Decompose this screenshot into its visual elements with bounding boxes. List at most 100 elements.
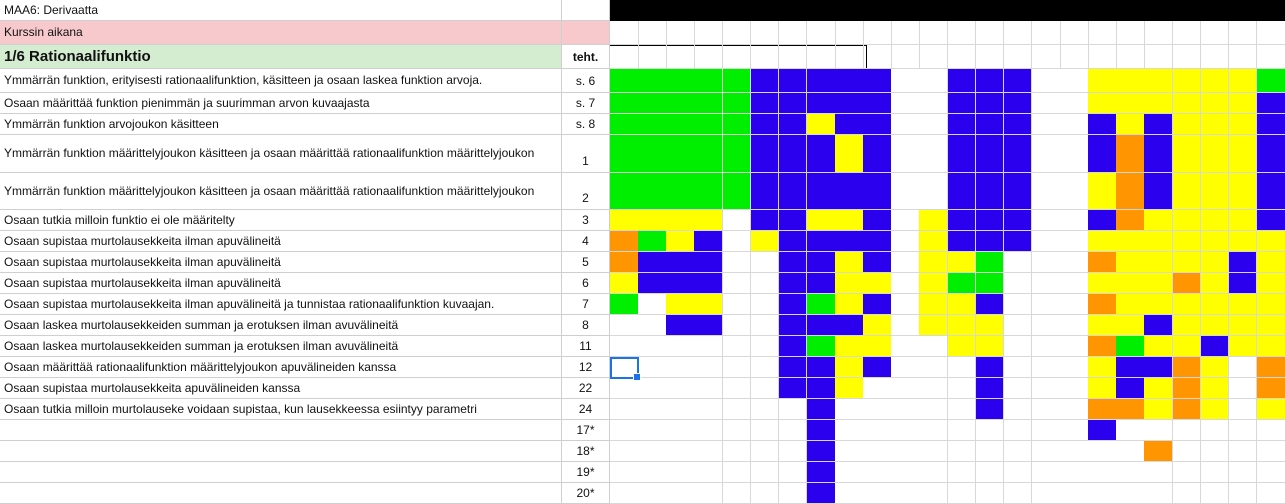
grid-cell[interactable] [610,315,639,336]
grid-cell[interactable] [975,357,1005,378]
grid-cell[interactable] [891,114,920,135]
task-number-cell[interactable]: 5 [562,252,610,273]
grid-cell[interactable] [722,21,752,45]
grid-cell[interactable] [1256,336,1285,357]
grid-cell[interactable] [947,357,977,378]
grid-cell[interactable] [1031,399,1061,420]
grid-cell[interactable] [1200,294,1230,315]
grid-cell[interactable] [666,210,695,231]
grid-cell[interactable] [610,483,639,504]
grid-cell[interactable] [919,441,948,462]
grid-cell[interactable] [1060,294,1089,315]
grid-cell[interactable] [1172,483,1202,504]
grid-cell[interactable] [806,441,836,462]
grid-cell[interactable] [863,114,892,135]
grid-cell[interactable] [975,210,1005,231]
grid-cell[interactable] [1256,462,1285,483]
objective-cell[interactable]: Osaan supistaa murtolausekkeita ilman ap… [0,273,562,294]
grid-cell[interactable] [1172,173,1202,210]
grid-cell[interactable] [863,336,892,357]
objective-cell[interactable]: Ymmärrän funktion, erityisesti rationaal… [0,69,562,93]
grid-cell[interactable] [1031,462,1061,483]
grid-cell[interactable] [1228,45,1258,69]
grid-cell[interactable] [835,273,864,294]
grid-cell[interactable] [1200,462,1230,483]
grid-cell[interactable] [1088,273,1117,294]
grid-cell[interactable] [806,462,836,483]
task-number-cell[interactable]: s. 8 [562,114,610,135]
grid-cell[interactable] [947,315,977,336]
grid-cell[interactable] [610,420,639,441]
grid-cell[interactable] [694,483,723,504]
grid-cell[interactable] [1172,273,1202,294]
section-row-cell-b[interactable] [562,21,610,45]
grid-cell[interactable] [919,93,948,114]
grid-cell[interactable] [1003,210,1033,231]
task-number-cell[interactable]: 18* [562,441,610,462]
grid-cell[interactable] [1088,21,1117,45]
grid-cell[interactable] [1200,399,1230,420]
grid-cell[interactable] [1172,462,1202,483]
grid-cell[interactable] [1228,173,1258,210]
grid-cell[interactable] [1144,135,1173,173]
grid-cell[interactable] [694,336,723,357]
grid-cell[interactable] [750,378,780,399]
grid-cell[interactable] [1003,231,1033,252]
grid-cell[interactable] [722,420,752,441]
grid-cell[interactable] [1144,462,1173,483]
grid-cell[interactable] [694,210,723,231]
grid-cell[interactable] [750,441,780,462]
grid-cell[interactable] [1060,399,1089,420]
grid-cell[interactable] [947,173,977,210]
grid-cell[interactable] [975,114,1005,135]
grid-cell[interactable] [1228,252,1258,273]
grid-cell[interactable] [694,441,723,462]
grid-cell[interactable] [1060,315,1089,336]
grid-cell[interactable] [1200,441,1230,462]
grid-cell[interactable] [1144,378,1173,399]
grid-cell[interactable] [891,315,920,336]
grid-cell[interactable] [947,441,977,462]
grid-cell[interactable] [1088,399,1117,420]
grid-cell[interactable] [722,357,752,378]
grid-cell[interactable] [750,210,780,231]
grid-cell[interactable] [750,273,780,294]
grid-cell[interactable] [1003,315,1033,336]
grid-cell[interactable] [1228,210,1258,231]
grid-cell[interactable] [694,315,723,336]
grid-cell[interactable] [722,69,752,93]
grid-cell[interactable] [1144,420,1173,441]
objective-cell[interactable]: Ymmärrän funktion määrittelyjoukon käsit… [0,135,562,173]
grid-cell[interactable] [1144,483,1173,504]
grid-cell[interactable] [1228,357,1258,378]
grid-cell[interactable] [666,315,695,336]
grid-cell[interactable] [863,483,892,504]
grid-cell[interactable] [1228,69,1258,93]
grid-cell[interactable] [863,45,892,69]
grid-cell[interactable] [1088,231,1117,252]
grid-cell[interactable] [975,315,1005,336]
grid-cell[interactable] [1144,231,1173,252]
grid-cell[interactable] [1256,441,1285,462]
grid-cell[interactable] [1116,45,1145,69]
grid-cell[interactable] [1172,336,1202,357]
grid-cell[interactable] [806,93,836,114]
grid-cell[interactable] [1228,462,1258,483]
grid-cell[interactable] [1144,441,1173,462]
grid-cell[interactable] [1088,210,1117,231]
grid-cell[interactable] [919,378,948,399]
grid-cell[interactable] [1256,378,1285,399]
grid-cell[interactable] [919,45,948,69]
grid-cell[interactable] [863,135,892,173]
grid-cell[interactable] [1172,69,1202,93]
grid-cell[interactable] [1256,69,1285,93]
grid-cell[interactable] [1144,399,1173,420]
grid-cell[interactable] [891,378,920,399]
grid-cell[interactable] [975,483,1005,504]
grid-cell[interactable] [891,399,920,420]
grid-cell[interactable] [1031,315,1061,336]
grid-cell[interactable] [1116,462,1145,483]
grid-cell[interactable] [722,252,752,273]
grid-cell[interactable] [947,462,977,483]
grid-cell[interactable] [778,336,808,357]
